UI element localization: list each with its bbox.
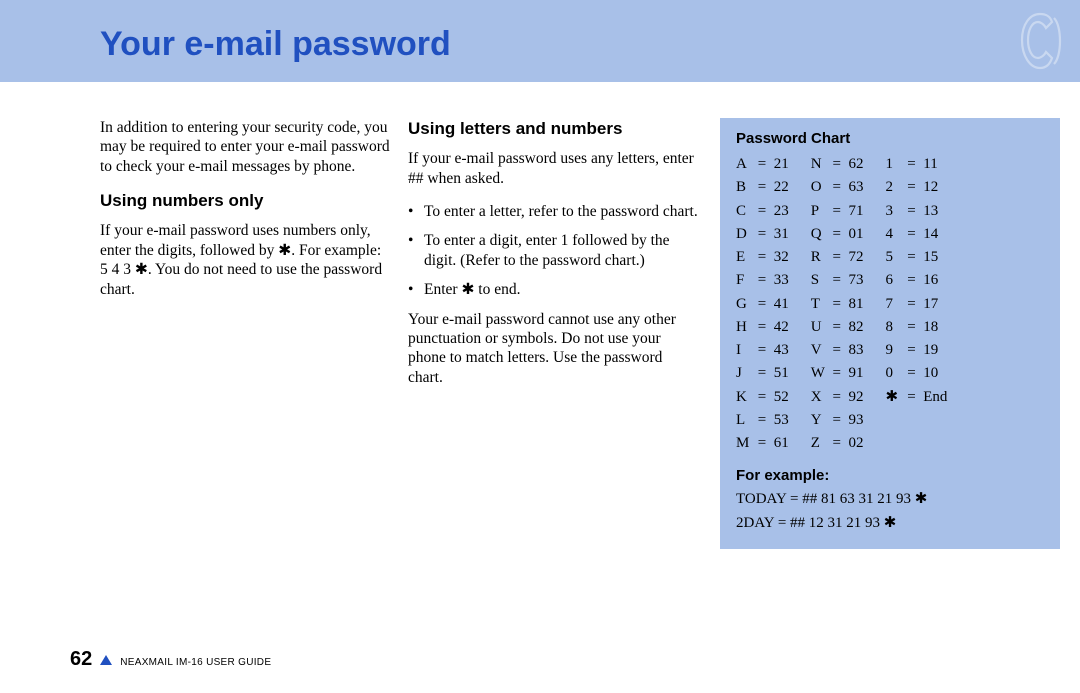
chart-row: 5= 15 bbox=[886, 246, 948, 269]
letters-intro: If your e-mail password uses any letters… bbox=[408, 149, 698, 188]
chart-row: R= 72 bbox=[811, 246, 864, 269]
example-2: 2DAY = ## 12 31 21 93 ✱ bbox=[736, 512, 1044, 535]
chart-row: G= 41 bbox=[736, 293, 789, 316]
numbers-only-text: If your e-mail password uses numbers onl… bbox=[100, 221, 390, 299]
chart-row: 6= 16 bbox=[886, 269, 948, 292]
chart-row: D= 31 bbox=[736, 223, 789, 246]
chart-row: W= 91 bbox=[811, 362, 864, 385]
chart-row: O= 63 bbox=[811, 176, 864, 199]
list-item: To enter a digit, enter 1 followed by th… bbox=[408, 231, 698, 270]
footer: 62 NEAXMAIL IM-16 USER GUIDE bbox=[70, 648, 271, 671]
chart-row: X= 92 bbox=[811, 386, 864, 409]
chart-row: F= 33 bbox=[736, 269, 789, 292]
chart-col-left: A= 21B= 22C= 23D= 31E= 32F= 33G= 41H= 42… bbox=[736, 153, 789, 455]
chart-row: 0= 10 bbox=[886, 362, 948, 385]
chart-row: 3= 13 bbox=[886, 200, 948, 223]
intro-text: In addition to entering your security co… bbox=[100, 118, 390, 176]
chart-row: U= 82 bbox=[811, 316, 864, 339]
chart-row: L= 53 bbox=[736, 409, 789, 432]
chart-title: Password Chart bbox=[736, 130, 1044, 147]
phone-icon bbox=[1010, 8, 1066, 79]
header-band: Your e-mail password bbox=[0, 0, 1080, 82]
chart-row: B= 22 bbox=[736, 176, 789, 199]
chart-row: H= 42 bbox=[736, 316, 789, 339]
chart-row: 7= 17 bbox=[886, 293, 948, 316]
triangle-icon bbox=[100, 655, 112, 665]
guide-name: NEAXMAIL IM-16 USER GUIDE bbox=[120, 657, 271, 668]
chart-row: N= 62 bbox=[811, 153, 864, 176]
page-title: Your e-mail password bbox=[100, 25, 451, 64]
chart-row: ✱= End bbox=[886, 386, 948, 409]
password-chart: Password Chart A= 21B= 22C= 23D= 31E= 32… bbox=[720, 118, 1060, 549]
chart-row: 1= 11 bbox=[886, 153, 948, 176]
column-left: In addition to entering your security co… bbox=[100, 118, 390, 549]
chart-row: J= 51 bbox=[736, 362, 789, 385]
content: In addition to entering your security co… bbox=[0, 82, 1080, 549]
chart-row: P= 71 bbox=[811, 200, 864, 223]
chart-col-middle: N= 62O= 63P= 71Q= 01R= 72S= 73T= 81U= 82… bbox=[811, 153, 864, 455]
page-number: 62 bbox=[70, 648, 92, 671]
instructions-list: To enter a letter, refer to the password… bbox=[408, 202, 698, 300]
chart-row: C= 23 bbox=[736, 200, 789, 223]
chart-col-right: 1= 112= 123= 134= 145= 156= 167= 178= 18… bbox=[886, 153, 948, 455]
list-item: Enter ✱ to end. bbox=[408, 280, 698, 299]
column-middle: Using letters and numbers If your e-mail… bbox=[408, 118, 698, 549]
example-1: TODAY = ## 81 63 31 21 93 ✱ bbox=[736, 488, 1044, 511]
chart-row: M= 61 bbox=[736, 432, 789, 455]
for-example-label: For example: bbox=[736, 467, 1044, 484]
chart-row: K= 52 bbox=[736, 386, 789, 409]
chart-row: T= 81 bbox=[811, 293, 864, 316]
subhead-numbers-only: Using numbers only bbox=[100, 190, 390, 211]
chart-row: 9= 19 bbox=[886, 339, 948, 362]
chart-row: 2= 12 bbox=[886, 176, 948, 199]
chart-row: 8= 18 bbox=[886, 316, 948, 339]
chart-row: Z= 02 bbox=[811, 432, 864, 455]
chart-row: Y= 93 bbox=[811, 409, 864, 432]
chart-row: E= 32 bbox=[736, 246, 789, 269]
chart-row: V= 83 bbox=[811, 339, 864, 362]
chart-row: Q= 01 bbox=[811, 223, 864, 246]
chart-row: I= 43 bbox=[736, 339, 789, 362]
chart-columns: A= 21B= 22C= 23D= 31E= 32F= 33G= 41H= 42… bbox=[736, 153, 1044, 455]
chart-row: 4= 14 bbox=[886, 223, 948, 246]
chart-row: S= 73 bbox=[811, 269, 864, 292]
subhead-letters-numbers: Using letters and numbers bbox=[408, 118, 698, 139]
list-item: To enter a letter, refer to the password… bbox=[408, 202, 698, 221]
chart-row: A= 21 bbox=[736, 153, 789, 176]
letters-note: Your e-mail password cannot use any othe… bbox=[408, 310, 698, 388]
